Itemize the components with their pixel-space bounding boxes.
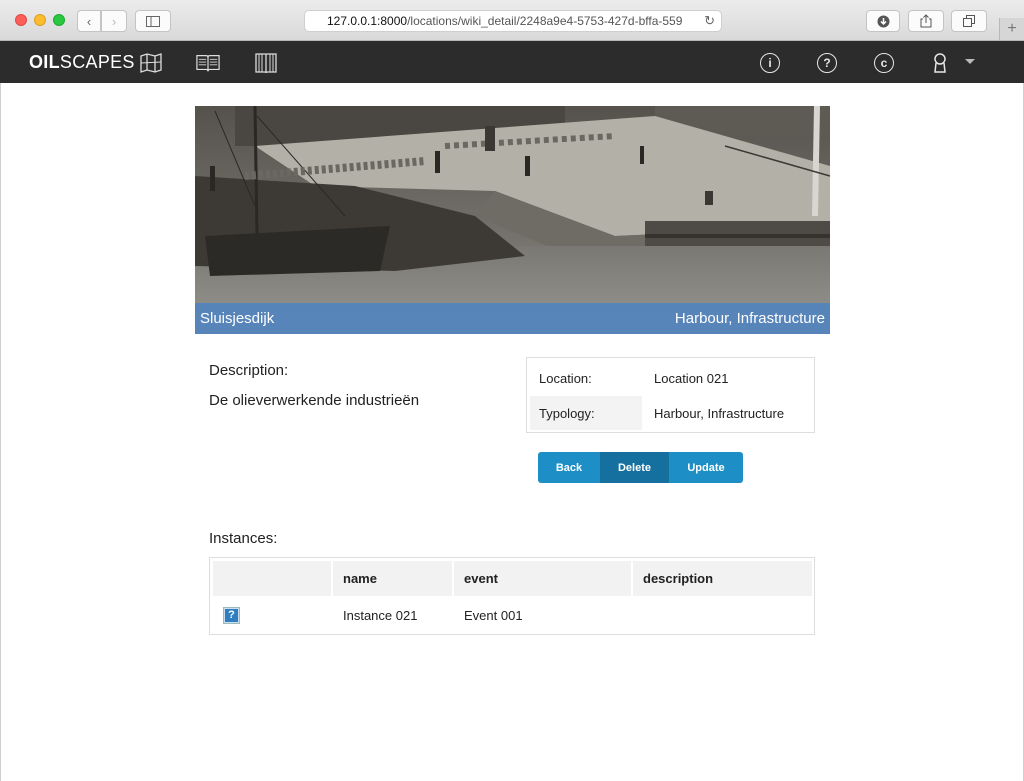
help-icon[interactable]: ?	[223, 606, 240, 624]
help-icon[interactable]: ?	[817, 53, 837, 73]
brand-bold: OIL	[29, 52, 60, 72]
sidebar-icon	[146, 15, 160, 27]
window-edge-left	[0, 83, 1, 781]
new-tab-button[interactable]: +	[999, 18, 1024, 40]
hero-location-name: Sluisjesdijk	[200, 310, 275, 327]
table-cell-icon: ?	[213, 598, 331, 632]
back-nav-button[interactable]: ‹	[77, 10, 101, 32]
share-button[interactable]	[908, 10, 944, 32]
instances-label: Instances:	[209, 530, 278, 547]
delete-button[interactable]: Delete	[601, 452, 669, 483]
close-window-button[interactable]	[15, 14, 27, 26]
instances-table: name event description ? Instance 021 Ev…	[209, 557, 815, 635]
action-button-group: Back Delete Update	[538, 452, 743, 483]
user-icon[interactable]	[931, 52, 949, 74]
tabs-icon	[963, 15, 975, 27]
download-icon	[877, 15, 889, 27]
sidebar-toggle-button[interactable]	[135, 10, 171, 32]
details-row-typology: Typology: Harbour, Infrastructure	[530, 396, 812, 430]
brand-rest: SCAPES	[59, 52, 135, 72]
details-table: Location: Location 021 Typology: Harbour…	[526, 357, 815, 433]
address-bar[interactable]: 127.0.0.1:8000/locations/wiki_detail/224…	[304, 10, 722, 32]
chevron-right-icon: ›	[111, 13, 117, 29]
copyright-icon[interactable]: c	[874, 53, 894, 73]
harbour-photo	[195, 106, 830, 334]
back-button[interactable]: Back	[538, 452, 601, 483]
open-book-icon[interactable]	[196, 52, 220, 74]
show-tabs-button[interactable]	[951, 10, 987, 32]
hero-caption-bar: Sluisjesdijk Harbour, Infrastructure	[195, 303, 830, 334]
zoom-window-button[interactable]	[53, 14, 65, 26]
url-host: 127.0.0.1:8000	[327, 14, 408, 28]
location-hero-image: Sluisjesdijk Harbour, Infrastructure	[195, 106, 830, 334]
details-value: Location 021	[642, 361, 812, 395]
forward-nav-button[interactable]: ›	[101, 10, 127, 32]
column-header-name: name	[333, 561, 452, 596]
brand-logo[interactable]: OILSCAPES	[29, 52, 135, 73]
table-cell-event[interactable]: Event 001	[454, 598, 631, 632]
app-navbar: OILSCAPES i ? c	[0, 41, 1024, 83]
column-header-event: event	[454, 561, 631, 596]
browser-titlebar: ‹ › 127.0.0.1:8000/locations/wiki_detail…	[0, 0, 1024, 41]
details-value: Harbour, Infrastructure	[654, 405, 785, 421]
book-icon[interactable]	[254, 52, 278, 74]
reload-icon[interactable]: ↻	[704, 11, 715, 31]
details-row-location: Location: Location 021	[530, 361, 812, 395]
user-menu-caret-icon[interactable]	[965, 59, 975, 64]
minimize-window-button[interactable]	[34, 14, 46, 26]
share-icon	[920, 14, 932, 28]
table-cell-name[interactable]: Instance 021	[333, 598, 452, 632]
info-icon[interactable]: i	[760, 53, 780, 73]
details-key: Location:	[530, 361, 642, 395]
downloads-button[interactable]	[866, 10, 900, 32]
update-button[interactable]: Update	[669, 452, 743, 483]
column-header-icon	[213, 561, 331, 596]
description-label: Description:	[209, 362, 289, 379]
url-path: /locations/wiki_detail/2248a9e4-5753-427…	[407, 14, 683, 28]
hero-typology: Harbour, Infrastructure	[674, 310, 825, 327]
map-icon[interactable]	[139, 52, 163, 74]
column-header-description: description	[633, 561, 812, 596]
details-key: Typology:	[530, 396, 642, 430]
chevron-left-icon: ‹	[86, 13, 92, 29]
description-text: De olieverwerkende industrieën	[209, 392, 420, 409]
